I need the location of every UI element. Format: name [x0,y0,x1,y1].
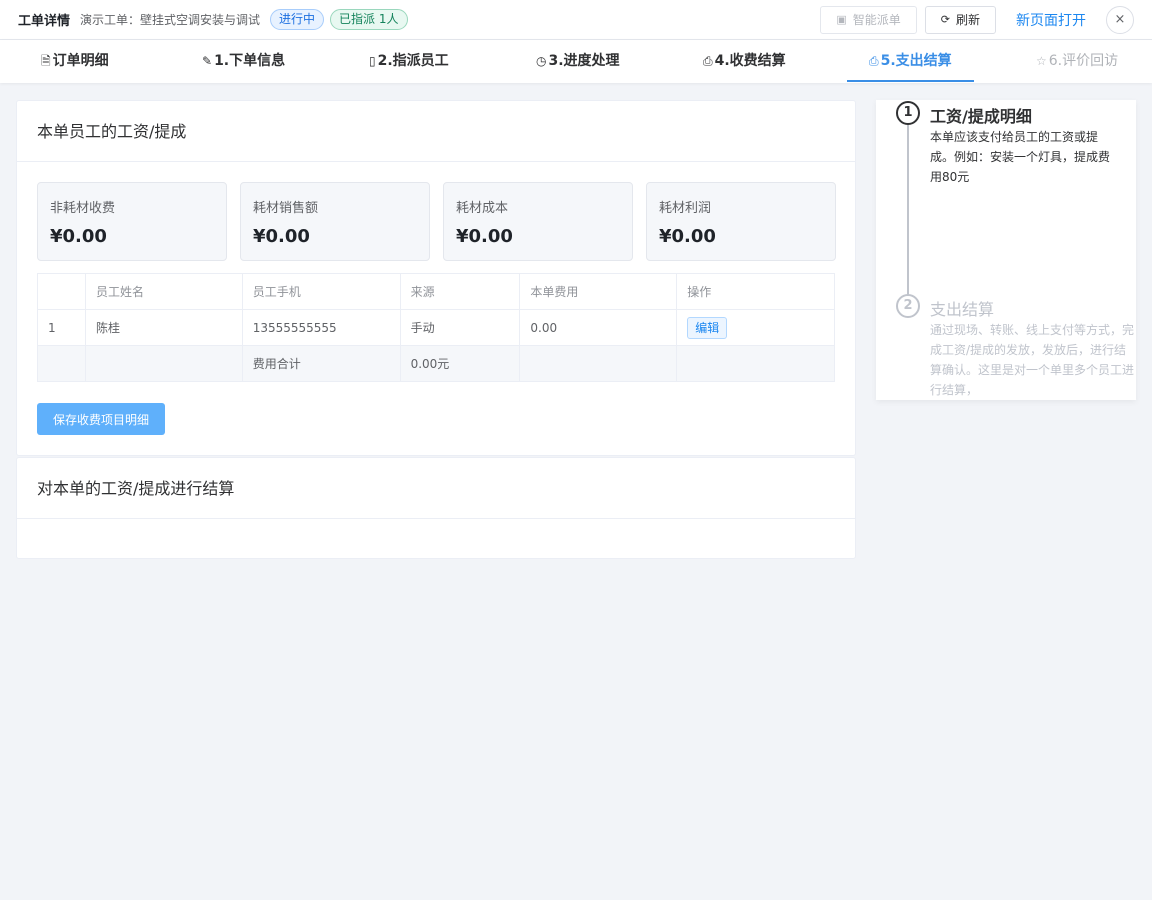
status-badge: 进行中 [270,9,325,30]
page-header: 工单详情 演示工单：壁挂式空调安装与调试 进行中 已指派 1人 ▣ 智能派单 ⟳… [0,0,1152,40]
step-title: 工资/提成明细 [930,107,1032,126]
tab-order-detail[interactable]: 🗎 订单明细 [41,40,109,83]
stats-row: 非耗材收费 ¥0.00 耗材销售额 ¥0.00 耗材成本 ¥0.00 耗材利润 … [37,182,836,261]
action-cell: 编辑 [676,309,835,346]
stat-label: 非耗材收费 [50,201,116,216]
summary-label: 费用合计 [241,345,401,382]
settlement-card: 对本单的工资/提成进行结算 [16,457,856,559]
tab-label: 4.收费结算 [714,53,786,69]
stat-value: ¥0.00 [50,226,107,247]
stat-card: 非耗材收费 ¥0.00 [37,182,227,261]
edit-button[interactable]: 编辑 [687,316,728,339]
stat-label: 耗材利润 [659,201,712,216]
document-icon: 🗎 [41,54,51,68]
smart-dispatch-label: 智能派单 [852,13,901,27]
page-title: 工单详情 [18,14,71,29]
tab-order-info[interactable]: ✎ 1.下单信息 [202,40,285,83]
clock-icon: ◷ [536,54,547,68]
step-number: 2 [896,294,920,318]
stat-value: ¥0.00 [659,226,716,247]
step-number: 1 [896,101,920,125]
tab-assign-staff[interactable]: ▯ 2.指派员工 [369,40,449,83]
tab-label: 1.下单信息 [214,53,286,69]
staff-wage-table: 员工姓名 员工手机 来源 本单费用 操作 1 陈桂 13555555555 手动… [37,273,835,382]
close-icon[interactable]: × [1106,5,1134,34]
tab-charge-settlement[interactable]: ⎙ 4.收费结算 [703,40,786,83]
step-title: 支出结算 [930,300,995,319]
save-charge-items-button[interactable]: 保存收费项目明细 [37,403,165,435]
star-icon: ☆ [1036,54,1047,68]
summary-value: 0.00元 [399,345,521,382]
stat-card: 耗材成本 ¥0.00 [443,182,633,261]
summary-cell [84,345,243,382]
summary-cell [676,345,835,382]
column-header: 操作 [676,273,835,310]
stat-card: 耗材利润 ¥0.00 [646,182,836,261]
table-row: 1 陈桂 13555555555 手动 0.00 编辑 [37,309,835,346]
summary-row: 费用合计 0.00元 [37,345,835,382]
refresh-button[interactable]: ⟳ 刷新 [924,5,996,34]
tab-review[interactable]: ☆ 6.评价回访 [1036,40,1118,83]
source: 手动 [399,309,521,346]
stat-label: 耗材成本 [456,201,509,216]
printer-icon: ⎙ [869,54,879,68]
pencil-icon: ✎ [202,54,213,68]
work-order-subtitle: 演示工单：壁挂式空调安装与调试 [80,13,261,27]
staff-phone: 13555555555 [241,309,401,346]
tab-expense-settlement[interactable]: ⎙ 5.支出结算 [869,40,952,83]
column-header: 员工姓名 [84,273,243,310]
tablet-icon: ▯ [369,54,376,68]
step-description: 通过现场、转账、线上支付等方式，完成工资/提成的发放，发放后，进行结算确认。这里… [930,323,1135,397]
column-header [37,273,86,310]
stat-card: 耗材销售额 ¥0.00 [240,182,430,261]
column-header: 本单费用 [519,273,678,310]
column-header: 来源 [399,273,521,310]
smart-dispatch-button[interactable]: ▣ 智能派单 [820,5,917,34]
tab-progress[interactable]: ◷ 3.进度处理 [536,40,620,83]
dispatch-icon: ▣ [836,13,847,26]
table-header-row: 员工姓名 员工手机 来源 本单费用 操作 [37,273,835,310]
order-fee: 0.00 [519,309,678,346]
wage-card: 本单员工的工资/提成 非耗材收费 ¥0.00 耗材销售额 ¥0.00 耗材成本 … [16,100,856,456]
refresh-icon: ⟳ [940,13,950,26]
staff-name: 陈桂 [84,309,243,346]
tab-label: 3.进度处理 [548,53,620,69]
stat-value: ¥0.00 [253,226,310,247]
tab-label: 订单明细 [52,53,109,69]
tab-label: 2.指派员工 [377,53,449,69]
assign-badge: 已指派 1人 [330,9,408,30]
tab-label: 6.评价回访 [1048,53,1119,69]
wage-section-title: 本单员工的工资/提成 [17,101,855,162]
summary-cell [519,345,678,382]
step-description: 本单应该支付给员工的工资或提成。例如：安装一个灯具，提成费用80元 [930,130,1111,184]
column-header: 员工手机 [241,273,401,310]
stat-value: ¥0.00 [456,226,513,247]
row-index: 1 [37,309,86,346]
refresh-label: 刷新 [955,13,980,27]
tab-label: 5.支出结算 [880,53,952,69]
active-tab-indicator [847,80,974,82]
steps-panel: 1 工资/提成明细 本单应该支付给员工的工资或提成。例如：安装一个灯具，提成费用… [876,100,1136,400]
step-connector [907,125,909,297]
summary-cell [37,345,86,382]
tab-bar: 🗎 订单明细 ✎ 1.下单信息 ▯ 2.指派员工 ◷ 3.进度处理 ⎙ 4.收费结算 ⎙ 5… [0,40,1152,83]
printer-icon: ⎙ [703,54,713,68]
stat-label: 耗材销售额 [253,201,319,216]
settlement-section-title: 对本单的工资/提成进行结算 [17,458,855,519]
open-new-page-link[interactable]: 新页面打开 [1016,10,1086,30]
